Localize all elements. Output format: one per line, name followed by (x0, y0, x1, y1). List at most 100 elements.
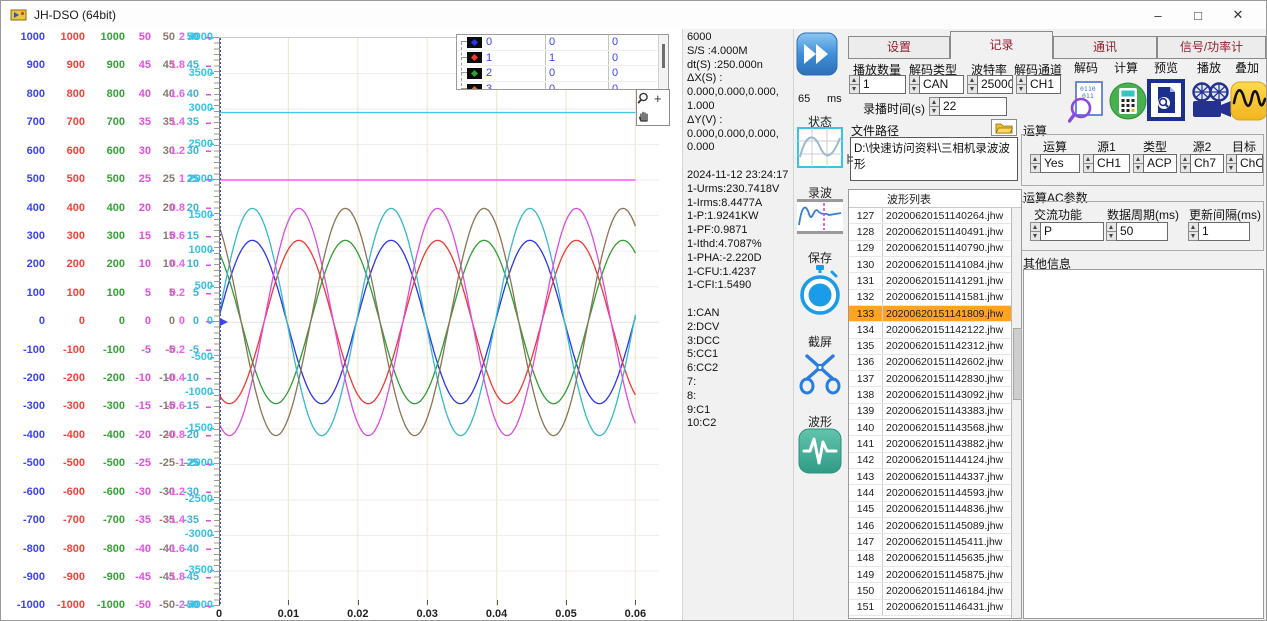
preview-button[interactable]: 预览 (1147, 59, 1185, 124)
legend-row[interactable]: 000 (457, 35, 668, 51)
waveform-file-row[interactable]: 14020200620151143568.jhw (849, 420, 1011, 436)
waveform-file-row[interactable]: 15120200620151146431.jhw (849, 600, 1011, 616)
legend-scrollbar[interactable] (658, 35, 668, 89)
status-waveform-icon[interactable] (797, 127, 843, 168)
close-button[interactable]: ✕ (1218, 1, 1258, 29)
ac-function-spinner[interactable]: P (1030, 222, 1104, 241)
zoom-plus-icon[interactable]: + (654, 91, 662, 106)
screenshot-scissors-icon[interactable] (798, 348, 842, 396)
waveform-file-row[interactable]: 14120200620151143882.jhw (849, 436, 1011, 452)
waveform-file-row[interactable]: 13620200620151142602.jhw (849, 355, 1011, 371)
decode-channel-spinner[interactable]: CH1 (1016, 75, 1061, 94)
waveform-file-row[interactable]: 12720200620151140264.jhw (849, 208, 1011, 224)
decode-button[interactable]: 解码 0110 011 (1066, 59, 1106, 128)
y-axis-label: 1000 (153, 244, 213, 256)
file-row-index: 130 (849, 257, 883, 272)
legend-label: 3 (486, 83, 492, 90)
plot-legend[interactable]: 000110200300 (456, 34, 669, 90)
waveform-file-row[interactable]: 14720200620151145411.jhw (849, 534, 1011, 550)
op-source2-spinner[interactable]: Ch7 (1180, 154, 1224, 173)
measurement-info-panel: 6000S/S :4.000Mdt(S) :250.000nΔX(S) :0.0… (682, 29, 794, 621)
waveform-file-row[interactable]: 14820200620151145635.jhw (849, 551, 1011, 567)
file-row-name: 20200620151145089.jhw (883, 520, 1003, 532)
waveform-file-row[interactable]: 13820200620151143092.jhw (849, 387, 1011, 403)
update-interval-spinner[interactable]: 1 (1188, 222, 1250, 241)
x-axis-label: 0 (216, 608, 222, 620)
tab-signal-power[interactable]: 信号/功率计 (1157, 36, 1266, 58)
legend-row[interactable]: 200 (457, 66, 668, 82)
waveform-file-row[interactable]: 13520200620151142312.jhw (849, 339, 1011, 355)
zoom-icon[interactable] (637, 91, 652, 106)
waveform-file-row[interactable]: 13320200620151141809.jhw (849, 306, 1011, 322)
op-source1-spinner[interactable]: CH1 (1083, 154, 1130, 173)
x-axis-tick (219, 600, 220, 605)
tab-settings[interactable]: 设置 (848, 36, 950, 58)
op-col-header: 类型 (1133, 138, 1177, 155)
browse-folder-button[interactable] (991, 119, 1017, 136)
op-col-header: 源2 (1180, 138, 1224, 155)
info-line: 9:C1 (687, 404, 793, 418)
op-type-spinner[interactable]: ACP (1133, 154, 1177, 173)
overlay-button[interactable]: 叠加 (1228, 59, 1266, 126)
baud-rate-spinner[interactable]: 250000 (967, 75, 1013, 94)
pan-hand-icon[interactable] (637, 109, 651, 123)
wave-button-icon[interactable] (798, 428, 842, 474)
info-line: 0.000 (687, 141, 793, 155)
file-row-name: 20200620151140790.jhw (883, 242, 1003, 254)
info-line: 1:CAN (687, 307, 793, 321)
info-line (687, 293, 793, 307)
file-row-name: 20200620151140491.jhw (883, 226, 1003, 238)
decode-type-spinner[interactable]: CAN (909, 75, 964, 94)
waveform-plot[interactable] (219, 37, 659, 606)
minimize-button[interactable]: – (1138, 1, 1178, 29)
waveform-file-row[interactable]: 13920200620151143383.jhw (849, 404, 1011, 420)
play-button[interactable]: 播放 (1187, 59, 1231, 126)
legend-marker[interactable] (467, 84, 482, 90)
save-label: 保存 (794, 249, 846, 266)
legend-value-1: 1 (549, 52, 555, 64)
fast-forward-button[interactable] (796, 32, 838, 76)
tab-comm[interactable]: 通讯 (1053, 36, 1157, 58)
waveform-file-row[interactable]: 14620200620151145089.jhw (849, 518, 1011, 534)
ac-function-label: 交流功能 (1034, 206, 1082, 223)
op-target-spinner[interactable]: ChC1 (1226, 154, 1263, 173)
save-stopwatch-icon[interactable] (799, 265, 841, 317)
file-row-name: 20200620151144593.jhw (883, 487, 1003, 499)
record-waveform-icon[interactable] (797, 199, 843, 234)
waveform-file-row[interactable]: 14220200620151144124.jhw (849, 453, 1011, 469)
scrollbar-thumb[interactable] (1013, 328, 1022, 400)
x-axis-label: 0.05 (555, 608, 576, 620)
info-line: 6:CC2 (687, 362, 793, 376)
waveform-file-row[interactable]: 13720200620151142830.jhw (849, 371, 1011, 387)
file-row-name: 20200620151141084.jhw (883, 259, 1003, 271)
waveform-file-row[interactable]: 14920200620151145875.jhw (849, 567, 1011, 583)
waveform-file-row[interactable]: 13220200620151141581.jhw (849, 290, 1011, 306)
control-panel: 设置 记录 通讯 信号/功率计 播放数量 解码类型 波特率 解码通道 1 CAN… (846, 29, 1267, 621)
record-time-spinner[interactable]: 22 (929, 97, 1007, 116)
waveform-file-row[interactable]: 13120200620151141291.jhw (849, 273, 1011, 289)
operation-group: 运算 源1 类型 源2 目标 Yes CH1 ACP Ch7 (1021, 134, 1264, 186)
legend-marker[interactable] (467, 37, 482, 48)
waveform-file-row[interactable]: 12920200620151140790.jhw (849, 241, 1011, 257)
data-period-spinner[interactable]: 50 (1106, 222, 1168, 241)
legend-marker[interactable] (467, 52, 482, 63)
waveform-file-row[interactable]: 14420200620151144593.jhw (849, 485, 1011, 501)
waveform-file-row[interactable]: 15020200620151146184.jhw (849, 583, 1011, 599)
waveform-file-row[interactable]: 14520200620151144836.jhw (849, 502, 1011, 518)
waveform-file-row[interactable]: 12820200620151140491.jhw (849, 224, 1011, 240)
info-line: 7: (687, 376, 793, 390)
path-type-icon (846, 153, 855, 165)
waveform-file-row[interactable]: 13420200620151142122.jhw (849, 322, 1011, 338)
legend-row[interactable]: 110 (457, 51, 668, 67)
waveform-file-row[interactable]: 13020200620151141084.jhw (849, 257, 1011, 273)
file-path-input[interactable]: D:\快速访问资料\三相机录波波形 (850, 137, 1018, 181)
file-list-scrollbar[interactable] (1011, 208, 1021, 618)
calculate-button[interactable]: 计算 (1107, 59, 1145, 126)
legend-marker[interactable] (467, 68, 482, 79)
tab-record[interactable]: 记录 (950, 31, 1053, 59)
file-row-name: 20200620151143383.jhw (883, 405, 1003, 417)
play-count-spinner[interactable]: 1 (849, 75, 906, 94)
maximize-button[interactable]: □ (1178, 1, 1218, 29)
waveform-file-row[interactable]: 14320200620151144337.jhw (849, 469, 1011, 485)
op-enable-spinner[interactable]: Yes (1030, 154, 1080, 173)
